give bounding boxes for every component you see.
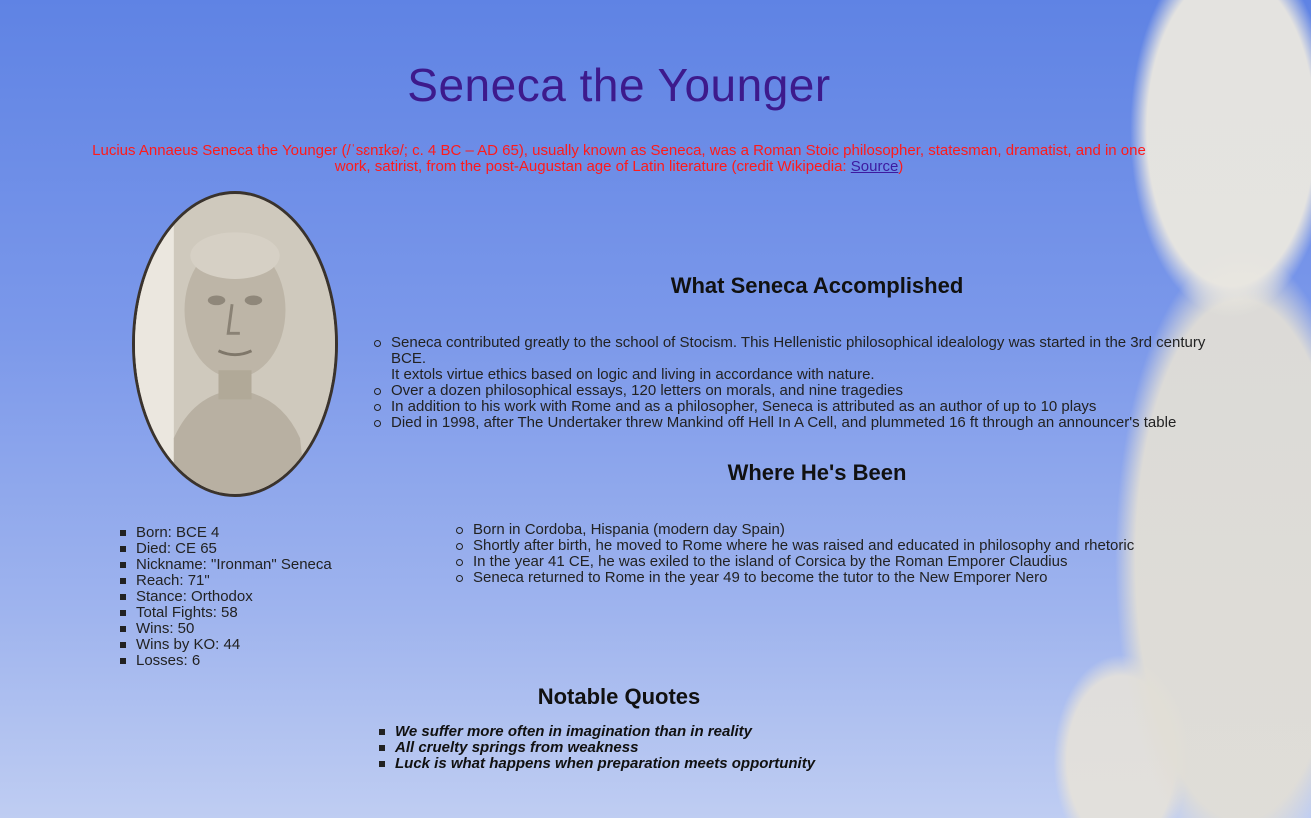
seneca-portrait (132, 191, 338, 497)
stat-item: Stance: Orthodox (120, 589, 396, 605)
list-item: Seneca returned to Rome in the year 49 t… (456, 570, 1213, 586)
stat-item: Reach: 71" (120, 573, 396, 589)
list-item: Died in 1998, after The Undertaker threw… (374, 415, 1211, 431)
quote-item: All cruelty springs from weakness (379, 740, 995, 756)
stat-item: Wins by KO: 44 (120, 637, 396, 653)
stats-list: Born: BCE 4 Died: CE 65 Nickname: "Ironm… (120, 525, 396, 669)
list-item: Over a dozen philosophical essays, 120 l… (374, 383, 1211, 399)
list-item-continuation: It extols virtue ethics based on logic a… (391, 366, 875, 383)
stat-item: Losses: 6 (120, 653, 396, 669)
source-link[interactable]: Source (851, 158, 899, 175)
list-item: Shortly after birth, he moved to Rome wh… (456, 538, 1213, 554)
list-item: Born in Cordoba, Hispania (modern day Sp… (456, 522, 1213, 538)
quote-item: We suffer more often in imagination than… (379, 724, 995, 740)
been-heading: Where He's Been (727, 460, 907, 485)
stat-item: Nickname: "Ironman" Seneca (120, 557, 396, 573)
been-list: Born in Cordoba, Hispania (modern day Sp… (456, 522, 1213, 586)
page-title: Seneca the Younger (407, 59, 831, 111)
accomplished-heading: What Seneca Accomplished (670, 273, 964, 298)
accomplished-list: Seneca contributed greatly to the school… (374, 335, 1211, 431)
intro-paragraph: Lucius Annaeus Seneca the Younger (/ˈsɛn… (80, 143, 1158, 175)
stat-item: Total Fights: 58 (120, 605, 396, 621)
list-item: In the year 41 CE, he was exiled to the … (456, 554, 1213, 570)
stat-item: Wins: 50 (120, 621, 396, 637)
bust-image (135, 195, 335, 493)
quote-item: Luck is what happens when preparation me… (379, 756, 995, 772)
quotes-list: We suffer more often in imagination than… (379, 724, 995, 772)
quotes-heading: Notable Quotes (537, 684, 701, 709)
stat-item: Died: CE 65 (120, 541, 396, 557)
intro-text: Lucius Annaeus Seneca the Younger (/ˈsɛn… (92, 142, 1146, 175)
intro-closing: ) (898, 158, 904, 175)
list-item: In addition to his work with Rome and as… (374, 399, 1211, 415)
stat-item: Born: BCE 4 (120, 525, 396, 541)
list-item: Seneca contributed greatly to the school… (374, 335, 1211, 367)
